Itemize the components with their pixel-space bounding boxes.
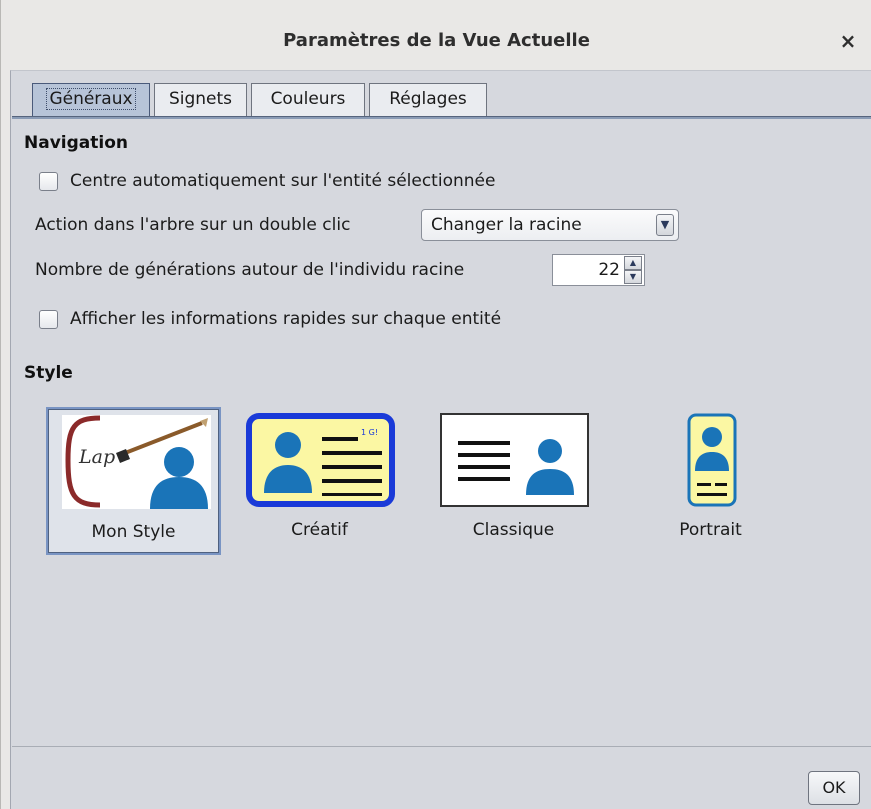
dialog-title: Paramètres de la Vue Actuelle [283,30,590,51]
style-option-mon-style[interactable]: Lap Mon Style [46,407,221,555]
spin-down-icon[interactable]: ▼ [624,270,642,284]
tab-reglages[interactable]: Réglages [369,83,487,116]
auto-center-checkbox-row[interactable]: Centre automatiquement sur l'entité séle… [39,170,495,192]
tab-generaux[interactable]: Généraux [32,83,150,116]
navigation-heading: Navigation [24,133,128,153]
generations-value[interactable]: 22 [598,260,620,280]
style-option-label: Créatif [291,520,348,540]
quick-info-label: Afficher les informations rapides sur ch… [70,309,502,329]
double-click-select[interactable]: Changer la racine ▼ [421,209,679,241]
spin-up-icon[interactable]: ▲ [624,256,642,270]
tab-signets-label: Signets [168,89,233,109]
generations-spinner[interactable]: 22 ▲ ▼ [552,254,645,286]
double-click-selected-value: Changer la racine [431,215,582,235]
style-heading: Style [24,363,73,383]
style-option-classique[interactable]: Classique [426,407,601,555]
close-icon[interactable]: × [835,28,861,54]
double-click-label: Action dans l'arbre sur un double clic [35,215,351,235]
quick-info-checkbox[interactable] [39,309,58,329]
chevron-down-icon[interactable]: ▼ [656,214,674,236]
id-card-icon: 1 G! [246,413,395,507]
card-badge-text: 1 G! [361,428,378,437]
dialog-content: Généraux Signets Couleurs Réglages Navig… [10,70,871,809]
tab-couleurs[interactable]: Couleurs [251,83,365,116]
quick-info-checkbox-row[interactable]: Afficher les informations rapides sur ch… [39,308,501,330]
tab-underline [12,116,871,119]
style-option-label: Classique [472,520,555,540]
style-option-portrait[interactable]: Portrait [623,407,798,555]
generations-row: Nombre de générations autour de l'indivi… [35,253,464,287]
brush-person-icon: Lap [62,415,211,509]
brush-logo-text: Lap [78,446,115,468]
auto-center-checkbox[interactable] [39,171,58,191]
ok-button[interactable]: OK [808,771,860,805]
style-option-creatif[interactable]: 1 G! Créatif [232,407,407,555]
style-option-label: Mon Style [91,522,176,542]
settings-dialog: Paramètres de la Vue Actuelle × Généraux… [0,0,871,809]
double-click-row: Action dans l'arbre sur un double clic [35,208,350,242]
footer-divider [12,746,871,747]
classic-card-icon [440,413,589,507]
tab-couleurs-label: Couleurs [270,89,346,109]
tab-reglages-label: Réglages [389,89,467,109]
portrait-card-icon [687,413,737,507]
tab-signets[interactable]: Signets [154,83,247,116]
auto-center-label: Centre automatiquement sur l'entité séle… [70,171,496,191]
tab-generaux-label: Généraux [46,88,136,110]
generations-label: Nombre de générations autour de l'indivi… [35,260,465,280]
style-option-label: Portrait [679,520,742,540]
